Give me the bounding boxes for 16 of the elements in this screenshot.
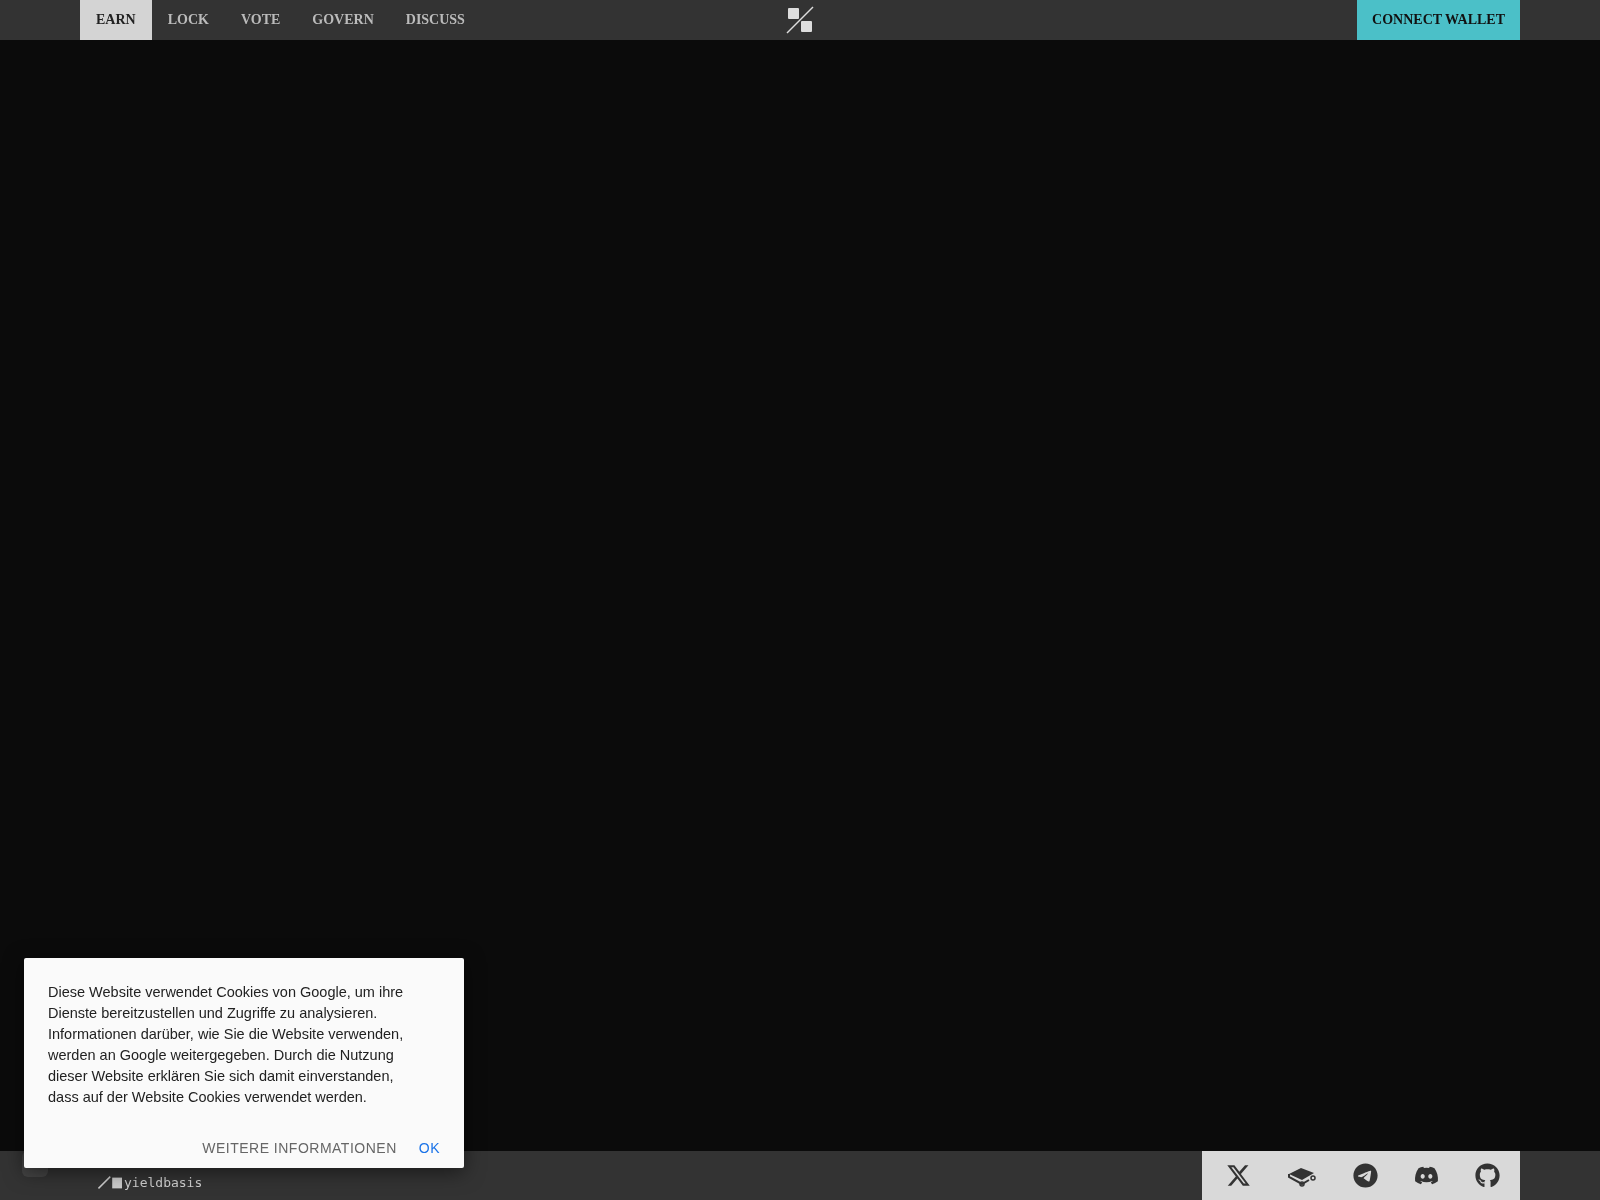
nav-tab[interactable]: DISCUSS [389,0,481,40]
telegram-icon[interactable] [1353,1163,1378,1188]
brand-name: yieldbasis [124,1175,203,1190]
brand-logo[interactable]: yieldbasis [98,1175,203,1190]
cookie-notice-text: Diese Website verwendet Cookies von Google, um ihre Dienste bereitzustellen und Zugriffe zu analysieren. Informationen darüber, wie Sie die Website verwenden, werden an Google weitergegeben. Durch die Nutzung dieser Website erklären Sie sich damit einverstanden, dass auf der Website Cookies verwendet werden. [48,983,405,1107]
x-icon[interactable] [1226,1163,1251,1188]
connect-wallet-button[interactable]: CONNECT WALLET [1357,0,1520,40]
dialog-button[interactable]: OK [410,1134,448,1162]
nav-tab[interactable]: GOVERN [296,0,390,40]
logo-icon [98,1176,122,1189]
nav-tab[interactable]: LOCK [151,0,225,40]
github-icon[interactable] [1475,1163,1500,1188]
dialog-button[interactable]: WEITERE INFORMATIONEN [194,1134,405,1162]
nav-tab[interactable]: EARN [80,0,152,40]
nav-tab[interactable]: VOTE [224,0,297,40]
logo-icon[interactable] [786,6,814,34]
